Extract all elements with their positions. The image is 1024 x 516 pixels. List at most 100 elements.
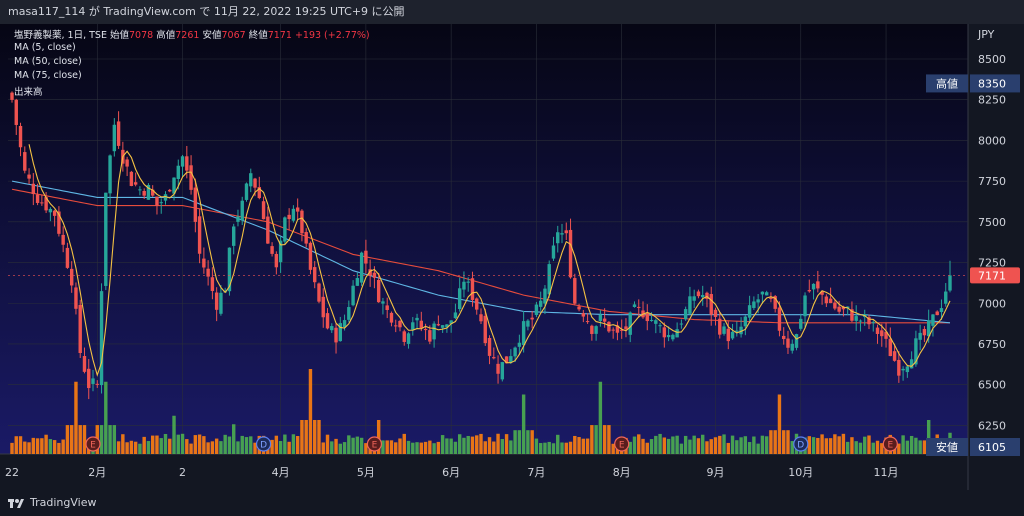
candle-body[interactable] [355, 278, 360, 286]
candle-body[interactable] [718, 318, 722, 335]
candle-body[interactable] [607, 321, 611, 332]
candle-body[interactable] [824, 296, 829, 304]
candle-body[interactable] [27, 174, 31, 179]
candle-body[interactable] [249, 173, 253, 187]
candle-body[interactable] [496, 363, 500, 374]
candle-body[interactable] [794, 334, 799, 348]
candle-body[interactable] [701, 294, 705, 298]
candle-body[interactable] [389, 312, 394, 323]
candle-body[interactable] [492, 357, 496, 359]
candle-body[interactable] [376, 279, 381, 303]
candle-body[interactable] [573, 278, 577, 304]
candle-body[interactable] [244, 183, 249, 200]
candle-body[interactable] [935, 311, 939, 316]
candle-body[interactable] [487, 337, 492, 356]
candle-body[interactable] [556, 232, 560, 244]
candle-body[interactable] [931, 314, 935, 326]
candle-body[interactable] [747, 305, 752, 318]
candle-body[interactable] [48, 208, 53, 213]
candle-body[interactable] [752, 301, 756, 308]
candle-body[interactable] [385, 305, 389, 310]
candle-body[interactable] [185, 156, 189, 171]
candle-body[interactable] [308, 242, 313, 270]
candle-body[interactable] [662, 327, 667, 338]
candle-body[interactable] [138, 189, 142, 191]
candle-body[interactable] [415, 317, 419, 321]
candle-body[interactable] [722, 326, 726, 334]
candle-body[interactable] [479, 314, 483, 322]
candle-body[interactable] [530, 317, 534, 320]
candle-body[interactable] [99, 291, 104, 386]
candle-body[interactable] [828, 298, 833, 304]
candle-body[interactable] [475, 298, 479, 310]
candle-body[interactable] [880, 330, 884, 337]
candle-body[interactable] [875, 327, 880, 334]
candle-body[interactable] [78, 304, 82, 354]
candle-body[interactable] [688, 296, 692, 314]
candle-body[interactable] [69, 268, 74, 286]
candle-body[interactable] [313, 267, 317, 283]
candle-body[interactable] [317, 283, 321, 302]
candle-body[interactable] [398, 320, 402, 328]
candle-body[interactable] [581, 313, 586, 317]
candle-body[interactable] [666, 335, 671, 338]
candle-body[interactable] [35, 194, 40, 203]
candle-body[interactable] [423, 328, 428, 331]
candle-body[interactable] [692, 296, 696, 301]
candle-body[interactable] [624, 326, 628, 330]
candle-body[interactable] [291, 208, 296, 221]
candle-body[interactable] [351, 285, 355, 306]
candle-body[interactable] [240, 200, 244, 221]
candle-body[interactable] [786, 338, 790, 348]
candle-body[interactable] [180, 156, 185, 167]
tradingview-logo[interactable]: TradingView [8, 490, 96, 516]
candle-body[interactable] [513, 347, 517, 357]
candle-body[interactable] [394, 325, 398, 327]
candle-body[interactable] [649, 319, 654, 321]
candle-body[interactable] [176, 165, 180, 179]
candle-body[interactable] [295, 207, 300, 212]
candle-body[interactable] [671, 334, 675, 340]
candle-body[interactable] [675, 329, 679, 338]
legend-ma50[interactable]: MA (50, close) [14, 56, 82, 67]
candle-body[interactable] [287, 214, 291, 220]
candle-body[interactable] [521, 321, 526, 345]
candle-body[interactable] [112, 124, 117, 152]
candle-body[interactable] [901, 368, 905, 371]
candle-body[interactable] [799, 318, 803, 329]
candle-body[interactable] [658, 325, 662, 327]
candle-body[interactable] [777, 307, 782, 331]
candle-body[interactable] [61, 234, 65, 245]
candle-body[interactable] [483, 315, 487, 344]
candle-body[interactable] [219, 292, 223, 314]
candle-body[interactable] [696, 291, 701, 297]
candle-body[interactable] [905, 366, 910, 373]
candle-body[interactable] [726, 328, 730, 342]
candle-body[interactable] [837, 306, 841, 312]
candle-body[interactable] [632, 304, 637, 308]
candle-body[interactable] [189, 165, 193, 190]
candle-body[interactable] [457, 288, 462, 310]
candle-body[interactable] [944, 291, 948, 304]
candle-body[interactable] [858, 320, 863, 322]
candle-body[interactable] [654, 320, 658, 324]
candle-body[interactable] [253, 178, 257, 188]
candle-body[interactable] [381, 301, 385, 304]
candle-body[interactable] [168, 189, 172, 192]
candle-body[interactable] [347, 307, 351, 320]
candle-body[interactable] [432, 323, 436, 340]
candle-body[interactable] [594, 326, 598, 334]
candle-body[interactable] [283, 217, 287, 242]
candle-body[interactable] [31, 183, 36, 195]
candle-body[interactable] [534, 304, 539, 315]
candle-body[interactable] [730, 331, 735, 339]
candle-body[interactable] [419, 320, 424, 329]
candle-body[interactable] [402, 331, 406, 342]
candle-body[interactable] [560, 233, 564, 235]
candle-body[interactable] [782, 335, 786, 340]
candle-body[interactable] [155, 196, 159, 206]
candle-body[interactable] [40, 202, 44, 204]
candle-body[interactable] [466, 281, 470, 283]
candle-body[interactable] [743, 316, 748, 327]
candle-body[interactable] [236, 216, 240, 222]
